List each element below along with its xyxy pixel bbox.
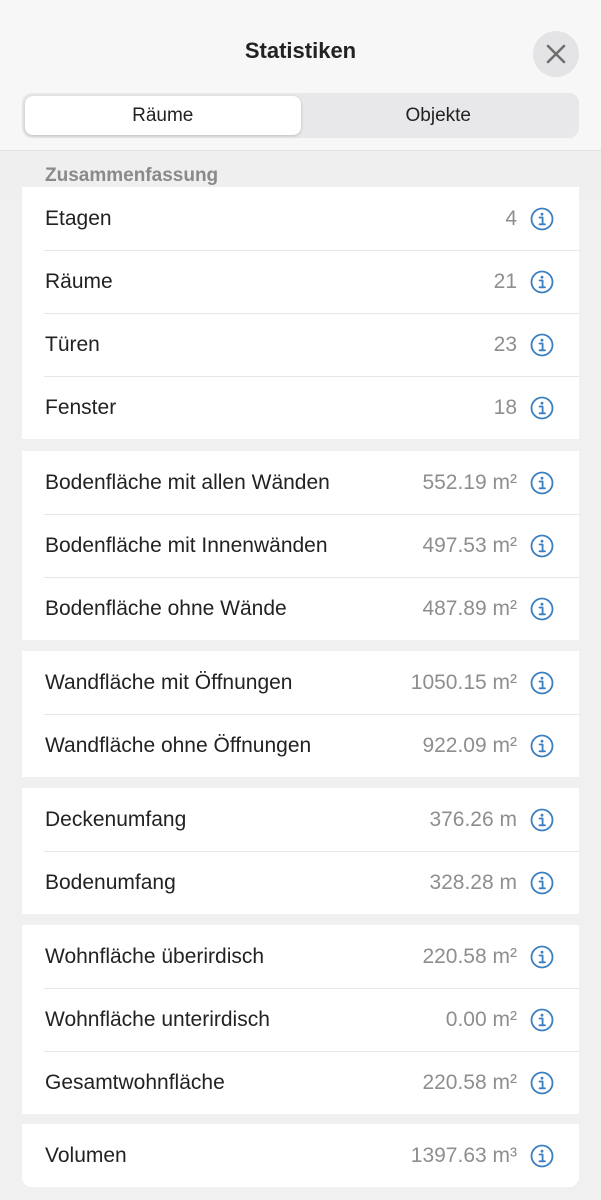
stat-value: 0.00 m² bbox=[445, 1007, 517, 1031]
stat-label: Deckenumfang bbox=[45, 807, 187, 831]
stats-group: Wandfläche mit Öffnungen 1050.15 m² Wandfl… bbox=[22, 651, 579, 777]
stat-value: 220.58 m² bbox=[422, 1070, 517, 1094]
stat-label: Etagen bbox=[45, 206, 112, 230]
stat-value: 552.19 m² bbox=[422, 470, 517, 494]
stat-label: Wandfläche mit Öffnungen bbox=[45, 670, 293, 694]
stat-row: Gesamtwohnfläche 220.58 m² bbox=[22, 1051, 579, 1114]
stat-row: Räume 21 bbox=[22, 250, 579, 313]
stat-label: Bodenumfang bbox=[45, 870, 176, 894]
stat-row: Wandfläche mit Öffnungen 1050.15 m² bbox=[22, 651, 579, 714]
info-icon[interactable] bbox=[530, 871, 554, 895]
stat-value: 376.26 m bbox=[429, 807, 517, 831]
stat-row: Fenster 18 bbox=[22, 376, 579, 439]
info-icon[interactable] bbox=[530, 534, 554, 558]
stats-group: Etagen 4 Räume 21 Türen 23 Fenster 18 bbox=[22, 187, 579, 439]
stat-value: 328.28 m bbox=[429, 870, 517, 894]
stat-label: Gesamtwohnfläche bbox=[45, 1070, 225, 1094]
stat-value: 487.89 m² bbox=[422, 596, 517, 620]
stat-label: Bodenfläche ohne Wände bbox=[45, 596, 287, 620]
close-icon bbox=[546, 44, 566, 64]
segmented-control: Räume Objekte bbox=[22, 93, 579, 138]
stat-row: Bodenfläche ohne Wände 487.89 m² bbox=[22, 577, 579, 640]
stat-value: 220.58 m² bbox=[422, 944, 517, 968]
stat-value: 23 bbox=[493, 332, 517, 356]
stat-value: 497.53 m² bbox=[422, 533, 517, 557]
stat-label: Volumen bbox=[45, 1143, 127, 1167]
stats-group: Volumen 1397.63 m³ bbox=[22, 1124, 579, 1187]
info-icon[interactable] bbox=[530, 597, 554, 621]
stat-row: Wohnfläche unterirdisch 0.00 m² bbox=[22, 988, 579, 1051]
stat-row: Bodenfläche mit Innenwänden 497.53 m² bbox=[22, 514, 579, 577]
sheet-header: Statistiken Räume Objekte bbox=[0, 0, 601, 150]
stat-label: Fenster bbox=[45, 395, 117, 419]
stat-row: Volumen 1397.63 m³ bbox=[22, 1124, 579, 1187]
stat-label: Wandfläche ohne Öffnungen bbox=[45, 733, 312, 757]
info-icon[interactable] bbox=[530, 734, 554, 758]
stat-row: Etagen 4 bbox=[22, 187, 579, 250]
stat-value: 21 bbox=[493, 269, 517, 293]
info-icon[interactable] bbox=[530, 1008, 554, 1032]
info-icon[interactable] bbox=[530, 396, 554, 420]
stats-group: Bodenfläche mit allen Wänden 552.19 m² Bod… bbox=[22, 451, 579, 640]
stats-group: Wohnfläche überirdisch 220.58 m² Wohnfläch… bbox=[22, 925, 579, 1114]
stat-row: Wandfläche ohne Öffnungen 922.09 m² bbox=[22, 714, 579, 777]
section-title: Zusammenfassung bbox=[45, 165, 219, 186]
stat-value: 4 bbox=[505, 206, 517, 230]
stat-value: 18 bbox=[493, 395, 517, 419]
tab-raeume[interactable]: Räume bbox=[25, 96, 301, 135]
stat-row: Deckenumfang 376.26 m bbox=[22, 788, 579, 851]
info-icon[interactable] bbox=[530, 471, 554, 495]
stat-value: 1050.15 m² bbox=[410, 670, 517, 694]
stat-row: Türen 23 bbox=[22, 313, 579, 376]
info-icon[interactable] bbox=[530, 808, 554, 832]
stat-row: Wohnfläche überirdisch 220.58 m² bbox=[22, 925, 579, 988]
stat-value: 1397.63 m³ bbox=[410, 1143, 517, 1167]
info-icon[interactable] bbox=[530, 671, 554, 695]
stat-row: Bodenumfang 328.28 m bbox=[22, 851, 579, 914]
close-button[interactable] bbox=[533, 31, 579, 77]
page-title: Statistiken bbox=[244, 38, 357, 63]
stat-label: Räume bbox=[45, 269, 113, 293]
stat-value: 922.09 m² bbox=[422, 733, 517, 757]
info-icon[interactable] bbox=[530, 207, 554, 231]
stat-label: Wohnfläche unterirdisch bbox=[45, 1007, 270, 1031]
stat-label: Wohnfläche überirdisch bbox=[45, 944, 265, 968]
stat-label: Türen bbox=[45, 332, 100, 356]
info-icon[interactable] bbox=[530, 1144, 554, 1168]
info-icon[interactable] bbox=[530, 945, 554, 969]
stats-group: Deckenumfang 376.26 m Bodenumfang 328.28 m bbox=[22, 788, 579, 914]
info-icon[interactable] bbox=[530, 333, 554, 357]
stat-label: Bodenfläche mit allen Wänden bbox=[45, 470, 330, 494]
info-icon[interactable] bbox=[530, 270, 554, 294]
stat-row: Bodenfläche mit allen Wänden 552.19 m² bbox=[22, 451, 579, 514]
tab-objekte[interactable]: Objekte bbox=[301, 96, 577, 135]
stat-label: Bodenfläche mit Innenwänden bbox=[45, 533, 328, 557]
info-icon[interactable] bbox=[530, 1071, 554, 1095]
